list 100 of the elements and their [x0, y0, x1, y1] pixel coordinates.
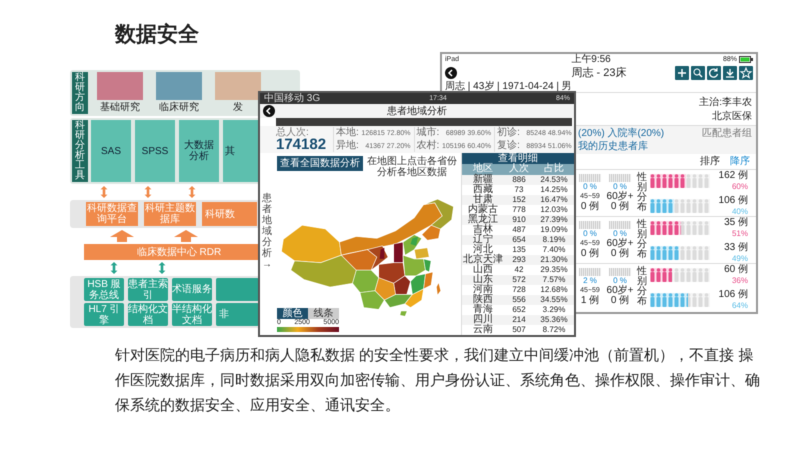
add-icon[interactable] [675, 66, 689, 80]
status-carrier: 中国移动 3G [264, 93, 320, 104]
download-icon[interactable] [723, 66, 737, 80]
tool-tile: 大数据分析 [179, 120, 219, 182]
service-box: HL7 引擎 [84, 303, 124, 326]
double-arrow-icon [110, 262, 118, 274]
gender-percent: 64% [732, 300, 748, 310]
gender-percent: 40% [732, 206, 748, 216]
service-box: 结构化文档 [128, 303, 168, 326]
stat-label: 农村: [416, 140, 440, 151]
table-cell-text: 652 [511, 305, 527, 315]
table-cell-text: 7.57% [542, 275, 566, 285]
total-label: 总人次: [276, 127, 310, 138]
total-value: 174182 [276, 138, 328, 152]
table-cell-text: 8.19% [542, 235, 566, 245]
platform-box: 科研主题数据库 [144, 202, 196, 226]
double-arrow-icon [100, 186, 108, 198]
table-cell-text: 35.36% [539, 315, 569, 325]
column-header: 地区 [472, 164, 494, 174]
table-title: 查看明细 [462, 153, 574, 164]
person-outline-drawing [672, 268, 710, 282]
age-count: 0 例 [580, 249, 600, 259]
dot-grid-drawing [609, 174, 631, 182]
table-cell-text: 河北 [473, 245, 493, 255]
stat-label: 异地: [336, 140, 359, 151]
table-cell-text: 甘肃 [473, 195, 493, 205]
sort-order[interactable]: 降序 [730, 156, 750, 167]
table-cell-text: 572 [511, 275, 527, 285]
table-cell-text: 654 [511, 235, 527, 245]
back-icon[interactable] [263, 105, 275, 117]
research-area-label: 发 [233, 102, 243, 113]
dot-grid-drawing [609, 221, 631, 229]
tab-label[interactable]: (20%) 入院率(20%) [578, 128, 664, 139]
gender-label: 性别分布 [637, 267, 647, 307]
person-outline-drawing [680, 220, 710, 234]
doctor-name: 主治:李丰农 [699, 97, 752, 108]
legend-tab[interactable]: 线条 [308, 308, 339, 319]
table-cell-text: 14.25% [539, 185, 569, 195]
table-cell-text: 辽宁 [472, 235, 494, 245]
tab-label[interactable]: 匹配患者组 [702, 128, 752, 139]
search-icon[interactable] [691, 66, 705, 80]
table-cell-text: 新疆 [472, 175, 494, 185]
platform-box: 科研数 [202, 202, 257, 226]
insurance-type: 北京医保 [712, 111, 752, 122]
research-area-label: 临床研究 [159, 102, 199, 113]
age-percent: 0 % [583, 229, 597, 239]
age-range: 60岁+ [606, 239, 634, 249]
age-range: 60岁+ [606, 192, 634, 202]
sort-label[interactable]: 排序 [700, 156, 720, 167]
age-count: 0 例 [580, 202, 600, 212]
dot-grid-drawing [579, 221, 601, 229]
person-outline-drawing [686, 174, 710, 188]
table-cell-text: 山西 [472, 265, 494, 275]
description-paragraph: 针对医院的电子病历和病人隐私数据 的安全性要求，我们建立中间缓冲池（前置机），不直接 操作医院数据库，同时数据采用双向加密传输、用户身份认证、系统角色、操作权限、操作审计、确保系统的数据安全、应用安全、通讯安全。 [115, 346, 761, 416]
table-cell: 北京天津 [462, 255, 504, 265]
gender-percent: 36% [732, 274, 748, 286]
star-icon[interactable] [739, 66, 753, 80]
column-header: 占比 [543, 164, 565, 175]
gender-count: 60 例 [724, 264, 748, 274]
color-scale-bar [277, 327, 339, 332]
tab-label[interactable]: 我的历史患者库 [578, 141, 648, 152]
tool-tile: SPSS [135, 120, 175, 182]
stat-label: 本地: [336, 127, 359, 138]
dot-grid-drawing [579, 268, 601, 276]
research-area-label: 基础研究 [100, 102, 140, 113]
table-cell-text: 24.53% [539, 175, 569, 185]
service-box [216, 278, 259, 301]
back-icon[interactable] [445, 67, 457, 79]
tool-tile: SAS [91, 120, 131, 182]
table-cell-text: 778 [511, 205, 527, 215]
table-cell-text: 青海 [472, 305, 494, 315]
service-box: 患者主索引 [128, 278, 168, 301]
table-cell-text: 556 [511, 295, 527, 305]
refresh-icon[interactable] [707, 66, 721, 80]
national-analysis-button[interactable]: 查看全国数据分析 [277, 156, 363, 171]
gender-percent: 49% [732, 252, 748, 264]
dot-grid-drawing [609, 268, 631, 276]
age-percent: 0 % [613, 229, 627, 238]
table-cell-text: 7.40% [542, 245, 566, 255]
age-count: 0 例 [610, 249, 630, 259]
column-header: 人次 [508, 164, 530, 175]
table-cell-text: 3.29% [542, 305, 566, 315]
gender-percent: 60% [732, 180, 748, 192]
table-cell-text: 山东 [472, 275, 494, 285]
photo-placeholder [215, 72, 261, 100]
gender-percent: 51% [732, 228, 748, 238]
age-percent: 2 % [583, 276, 597, 286]
service-box: 非 [216, 303, 259, 326]
table-cell-text: 16.47% [539, 195, 569, 205]
table-cell-text: 728 [511, 285, 527, 295]
table-cell-text: 29.35% [539, 265, 569, 275]
table-cell-text: 910 [511, 215, 527, 225]
gender-count: 33 例 [724, 242, 748, 252]
legend-tab[interactable]: 颜色 [277, 308, 308, 319]
platform-box: 科研数据查询平台 [86, 202, 138, 226]
table-cell-text: 27.39% [539, 215, 569, 225]
table-cell-text: 西藏 [472, 185, 494, 195]
table-cell-text: 19.09% [539, 225, 569, 235]
stat-label: 城市: [416, 127, 440, 138]
battery-icon [739, 56, 753, 63]
